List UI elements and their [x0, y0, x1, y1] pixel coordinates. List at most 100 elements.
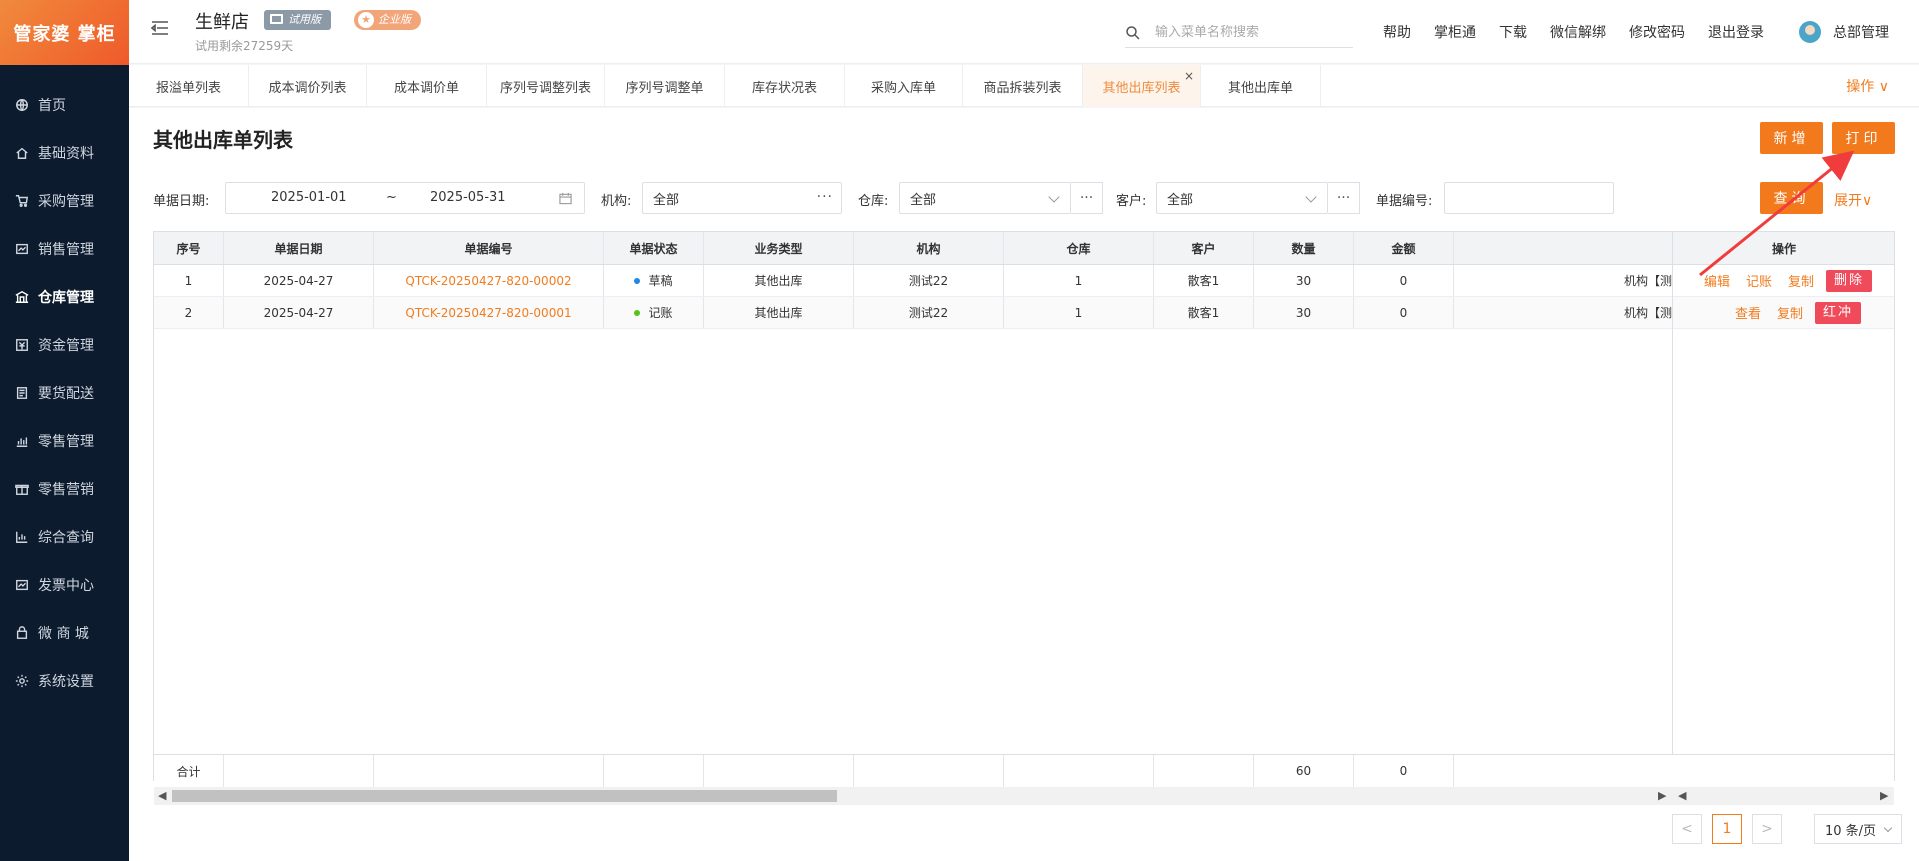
link-download[interactable]: 下载	[1499, 22, 1527, 42]
cell-extra: 机构【测	[1623, 306, 1672, 320]
cell-extra: 机构【测	[1623, 274, 1672, 288]
warehouse-value: 全部	[910, 192, 937, 208]
bill-table: 序号 单据日期 单据编号 单据状态 业务类型 机构 仓库 客户 数量 金额 操作…	[153, 231, 1895, 805]
warehouse-select[interactable]: 全部	[899, 182, 1071, 214]
prev-page-button[interactable]: <	[1672, 814, 1702, 844]
page-number[interactable]: 1	[1712, 814, 1742, 844]
tab-serial-adjust-bill[interactable]: 序列号调整单	[605, 65, 725, 107]
link-logout[interactable]: 退出登录	[1708, 22, 1764, 42]
bill-no-input[interactable]	[1444, 182, 1614, 214]
date-range-picker[interactable]: 2025-01-01 ~ 2025-05-31	[225, 182, 585, 214]
tab-overflow-list[interactable]: 报溢单列表	[129, 65, 249, 107]
sidebar-item-finance[interactable]: 资金管理	[0, 321, 129, 369]
bill-no-link[interactable]: QTCK-20250427-820-00002	[374, 265, 604, 296]
status-dot	[634, 309, 641, 316]
scroll-left-icon[interactable]: ◀	[1678, 789, 1686, 802]
scroll-thumb[interactable]	[172, 790, 837, 802]
sidebar-item-home[interactable]: 首页	[0, 81, 129, 129]
copy-link[interactable]: 复制	[1788, 271, 1814, 290]
reverse-button[interactable]: 红冲	[1815, 301, 1862, 324]
cell-date: 2025-04-27	[224, 265, 374, 296]
cell-org: 测试22	[854, 297, 1004, 328]
org-value: 全部	[653, 192, 680, 208]
link-help[interactable]: 帮助	[1383, 22, 1411, 42]
link-wechat-unbind[interactable]: 微信解绑	[1550, 22, 1606, 42]
more-icon[interactable]: ···	[817, 189, 833, 205]
tab-other-outbound-list[interactable]: 其他出库列表 ×	[1083, 65, 1201, 107]
top-header: 生鲜店 试用版 ★ 企业版 试用剩余27259天 帮助 掌柜通 下载 微信解绑 修…	[129, 0, 1919, 64]
table-header: 序号 单据日期 单据编号 单据状态 业务类型 机构 仓库 客户 数量 金额 操作	[154, 232, 1894, 265]
money-icon	[14, 337, 30, 353]
sidebar-item-label: 要货配送	[38, 386, 94, 402]
chevron-down-icon	[1883, 823, 1893, 833]
page-size-value: 10 条/页	[1825, 823, 1877, 839]
cell-customer: 散客1	[1154, 297, 1254, 328]
tab-cost-adjust-list[interactable]: 成本调价列表	[249, 65, 367, 107]
chart-icon	[14, 529, 30, 545]
store-name: 生鲜店	[195, 12, 249, 33]
page-size-select[interactable]: 10 条/页	[1814, 814, 1902, 844]
link-zhanggui-tong[interactable]: 掌柜通	[1434, 22, 1476, 42]
next-page-button[interactable]: >	[1752, 814, 1782, 844]
sidebar-item-invoice[interactable]: 发票中心	[0, 561, 129, 609]
horizontal-scrollbar[interactable]: ◀ ▶ ◀ ▶	[154, 787, 1894, 805]
link-change-password[interactable]: 修改密码	[1629, 22, 1685, 42]
new-button[interactable]: 新增	[1760, 122, 1823, 154]
scroll-left-icon[interactable]: ◀	[158, 789, 166, 802]
tab-cost-adjust-bill[interactable]: 成本调价单	[367, 65, 487, 107]
menu-toggle-icon[interactable]	[151, 20, 169, 36]
search-input[interactable]	[1155, 25, 1345, 40]
header-index: 序号	[154, 232, 224, 264]
scroll-right-icon[interactable]: ▶	[1658, 789, 1666, 802]
sidebar-item-delivery[interactable]: 要货配送	[0, 369, 129, 417]
cell-amount: 0	[1354, 265, 1454, 296]
customer-select[interactable]: 全部	[1156, 182, 1328, 214]
date-end[interactable]: 2025-05-31	[430, 190, 506, 205]
warehouse-more-button[interactable]: ···	[1071, 182, 1103, 214]
sidebar-nav: 首页 基础资料 采购管理 销售管理 仓库管理 资金管理 要货配送 零售管理 零售…	[0, 65, 129, 705]
delivery-icon	[14, 385, 30, 401]
header-bill-no: 单据编号	[374, 232, 604, 264]
cell-biz-type: 其他出库	[704, 265, 854, 296]
table-row[interactable]: 1 2025-04-27 QTCK-20250427-820-00002 草稿 …	[154, 265, 1894, 297]
sidebar-item-label: 零售管理	[38, 434, 94, 450]
tab-product-assembly-list[interactable]: 商品拆装列表	[963, 65, 1083, 107]
cell-amount: 0	[1354, 297, 1454, 328]
sidebar-item-warehouse[interactable]: 仓库管理	[0, 273, 129, 321]
tab-operations-dropdown[interactable]: 操作 ∨	[1846, 65, 1889, 107]
tab-other-outbound-bill[interactable]: 其他出库单	[1201, 65, 1321, 107]
view-link[interactable]: 查看	[1735, 303, 1761, 322]
print-button[interactable]: 打印	[1832, 122, 1895, 154]
bill-no-label: 单据编号:	[1376, 194, 1433, 209]
sidebar-item-basic-data[interactable]: 基础资料	[0, 129, 129, 177]
sidebar-item-settings[interactable]: 系统设置	[0, 657, 129, 705]
copy-link[interactable]: 复制	[1777, 303, 1803, 322]
bill-no-link[interactable]: QTCK-20250427-820-00001	[374, 297, 604, 328]
org-select[interactable]: 全部 ···	[642, 182, 842, 214]
tab-stock-status[interactable]: 库存状况表	[725, 65, 845, 107]
edit-link[interactable]: 编辑	[1704, 271, 1730, 290]
app-logo[interactable]: 管家婆 掌柜	[0, 0, 129, 65]
sidebar-item-query[interactable]: 综合查询	[0, 513, 129, 561]
sidebar-item-retail[interactable]: 零售管理	[0, 417, 129, 465]
expand-filters-link[interactable]: 展开∨	[1834, 190, 1872, 210]
org-label: 机构:	[601, 194, 632, 209]
customer-more-button[interactable]: ···	[1328, 182, 1360, 214]
close-icon[interactable]: ×	[1184, 69, 1194, 83]
sidebar-item-purchase[interactable]: 采购管理	[0, 177, 129, 225]
post-link[interactable]: 记账	[1746, 271, 1772, 290]
enterprise-badge: ★ 企业版	[354, 10, 421, 30]
table-row[interactable]: 2 2025-04-27 QTCK-20250427-820-00001 记账 …	[154, 297, 1894, 329]
user-menu[interactable]: 总部管理	[1799, 21, 1889, 43]
scroll-right-icon[interactable]: ▶	[1880, 789, 1888, 802]
tab-label: 其他出库列表	[1102, 80, 1181, 96]
query-button[interactable]: 查询	[1760, 182, 1823, 214]
tab-serial-adjust-list[interactable]: 序列号调整列表	[487, 65, 605, 107]
sidebar-item-sales[interactable]: 销售管理	[0, 225, 129, 273]
sidebar-item-mall[interactable]: 微 商 城	[0, 609, 129, 657]
tab-purchase-in[interactable]: 采购入库单	[845, 65, 963, 107]
date-start[interactable]: 2025-01-01	[271, 190, 347, 205]
delete-button[interactable]: 删除	[1826, 269, 1873, 292]
sidebar-item-marketing[interactable]: 零售营销	[0, 465, 129, 513]
monitor-icon	[270, 14, 283, 24]
